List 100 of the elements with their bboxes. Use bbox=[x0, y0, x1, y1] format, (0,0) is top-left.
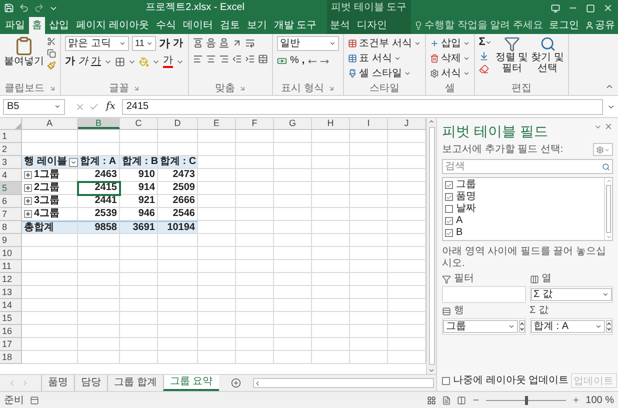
row-header[interactable]: 14 bbox=[0, 299, 22, 312]
dialog-launcher-icon[interactable] bbox=[133, 85, 140, 92]
grid-cell[interactable] bbox=[274, 156, 312, 169]
row-header[interactable]: 15 bbox=[0, 312, 22, 325]
align-left-icon[interactable] bbox=[193, 54, 203, 64]
grid-cell[interactable] bbox=[198, 221, 236, 234]
number-format-field[interactable]: 일반 bbox=[277, 36, 339, 51]
area-field-button[interactable]: 그룹 bbox=[443, 320, 518, 333]
grid-cell[interactable] bbox=[350, 195, 388, 208]
area-field-button[interactable]: 합계 : A bbox=[530, 320, 605, 333]
cells-menu-button[interactable]: 삭제 bbox=[430, 51, 470, 66]
settings-button[interactable] bbox=[593, 143, 613, 156]
grid-cell[interactable] bbox=[158, 338, 198, 351]
grid-cell[interactable] bbox=[198, 143, 236, 156]
ribbon-display-icon[interactable] bbox=[551, 4, 560, 12]
expand-icon[interactable] bbox=[24, 210, 32, 218]
grid-cell[interactable] bbox=[236, 273, 274, 286]
grid-cell[interactable] bbox=[312, 143, 350, 156]
grid-cell[interactable] bbox=[312, 299, 350, 312]
zoom-slider-thumb[interactable] bbox=[524, 396, 528, 404]
grid-cell[interactable] bbox=[236, 312, 274, 325]
grid-cell[interactable] bbox=[120, 260, 158, 273]
grid-cell[interactable] bbox=[22, 130, 78, 143]
find-select-button[interactable]: 찾기 및 선택 bbox=[531, 36, 564, 74]
vertical-scrollbar[interactable] bbox=[426, 118, 436, 374]
ribbon-tab[interactable]: 보기 bbox=[244, 17, 270, 34]
grid-cell[interactable] bbox=[120, 338, 158, 351]
scrollbar-thumb[interactable] bbox=[606, 185, 611, 233]
grid-cell[interactable] bbox=[312, 260, 350, 273]
grid-cell[interactable] bbox=[198, 247, 236, 260]
field-checkbox[interactable] bbox=[445, 217, 453, 225]
grid-cell[interactable] bbox=[78, 312, 120, 325]
grid-cell[interactable] bbox=[236, 143, 274, 156]
grid-cell[interactable] bbox=[158, 260, 198, 273]
row-header[interactable]: 16 bbox=[0, 325, 22, 338]
page-layout-icon[interactable] bbox=[442, 396, 451, 404]
grid-cell[interactable] bbox=[274, 182, 312, 195]
grid-cell[interactable] bbox=[312, 208, 350, 221]
grid-cell[interactable] bbox=[236, 299, 274, 312]
row-header[interactable]: 3 bbox=[0, 156, 22, 169]
next-sheet-icon[interactable] bbox=[21, 379, 29, 387]
grid-cell[interactable] bbox=[78, 273, 120, 286]
grid-cell[interactable] bbox=[312, 312, 350, 325]
grid-cell[interactable] bbox=[312, 221, 350, 234]
grid-cell[interactable] bbox=[236, 338, 274, 351]
column-header[interactable]: D bbox=[158, 118, 198, 129]
ribbon-tab[interactable]: 페이지 레이아웃 bbox=[73, 17, 152, 34]
grid-cell[interactable] bbox=[236, 351, 274, 364]
grid-cell[interactable] bbox=[350, 247, 388, 260]
grid-cell[interactable] bbox=[236, 260, 274, 273]
middle-align-icon[interactable] bbox=[206, 38, 216, 48]
font-size-field[interactable]: 11 bbox=[132, 36, 156, 51]
share-button[interactable]: 공유 bbox=[585, 18, 615, 32]
grid-cell[interactable] bbox=[236, 286, 274, 299]
row-header[interactable]: 4 bbox=[0, 169, 22, 182]
grid-cell[interactable] bbox=[312, 195, 350, 208]
grid-cell[interactable] bbox=[236, 221, 274, 234]
grid-cell[interactable] bbox=[120, 234, 158, 247]
grid-cell[interactable] bbox=[274, 208, 312, 221]
grid-cell[interactable] bbox=[274, 195, 312, 208]
grid-cell[interactable] bbox=[198, 182, 236, 195]
merge-icon[interactable] bbox=[258, 54, 268, 64]
grid-cell[interactable] bbox=[78, 234, 120, 247]
percent-button[interactable]: % bbox=[290, 55, 299, 67]
grid-cell[interactable] bbox=[274, 260, 312, 273]
grid-cell[interactable] bbox=[350, 221, 388, 234]
move-field-spinner[interactable] bbox=[606, 320, 612, 333]
normal-view-icon[interactable] bbox=[426, 396, 436, 404]
autosum-button[interactable]: Σ bbox=[478, 36, 492, 48]
expand-icon[interactable] bbox=[24, 184, 32, 192]
grid-cell[interactable] bbox=[312, 182, 350, 195]
top-align-icon[interactable] bbox=[193, 38, 203, 48]
grid-cell[interactable] bbox=[22, 338, 78, 351]
ribbon-tab[interactable]: 파일 bbox=[2, 17, 28, 34]
grid-cell[interactable] bbox=[158, 273, 198, 286]
grid-cell[interactable] bbox=[274, 351, 312, 364]
grid-cell[interactable] bbox=[350, 234, 388, 247]
grid-cell[interactable] bbox=[274, 299, 312, 312]
grid-cell[interactable] bbox=[78, 130, 120, 143]
grid-cell[interactable] bbox=[236, 156, 274, 169]
area-field-button[interactable]: Σ 값 bbox=[530, 288, 612, 301]
grid-cell[interactable] bbox=[350, 286, 388, 299]
grid-cell[interactable] bbox=[158, 312, 198, 325]
scrollbar-thumb[interactable] bbox=[428, 127, 434, 365]
grid-cell[interactable] bbox=[312, 325, 350, 338]
style-menu-button[interactable]: 조건부 서식 bbox=[348, 36, 421, 51]
field-list-scrollbar[interactable] bbox=[604, 178, 612, 240]
grid-cell[interactable] bbox=[198, 234, 236, 247]
grid-cell[interactable] bbox=[78, 260, 120, 273]
grid-cell[interactable] bbox=[120, 312, 158, 325]
font-name-field[interactable]: 맑은 고딕 bbox=[65, 36, 129, 51]
grid-cell[interactable] bbox=[22, 234, 78, 247]
enter-icon[interactable] bbox=[89, 102, 99, 112]
shrink-font-button[interactable]: 가 bbox=[173, 38, 183, 50]
grid-cell[interactable] bbox=[274, 325, 312, 338]
name-box[interactable]: B5 bbox=[3, 98, 65, 114]
grid-cell[interactable] bbox=[312, 247, 350, 260]
grid-cell[interactable] bbox=[22, 247, 78, 260]
page-break-icon[interactable] bbox=[456, 396, 466, 404]
grid-cell[interactable] bbox=[236, 130, 274, 143]
